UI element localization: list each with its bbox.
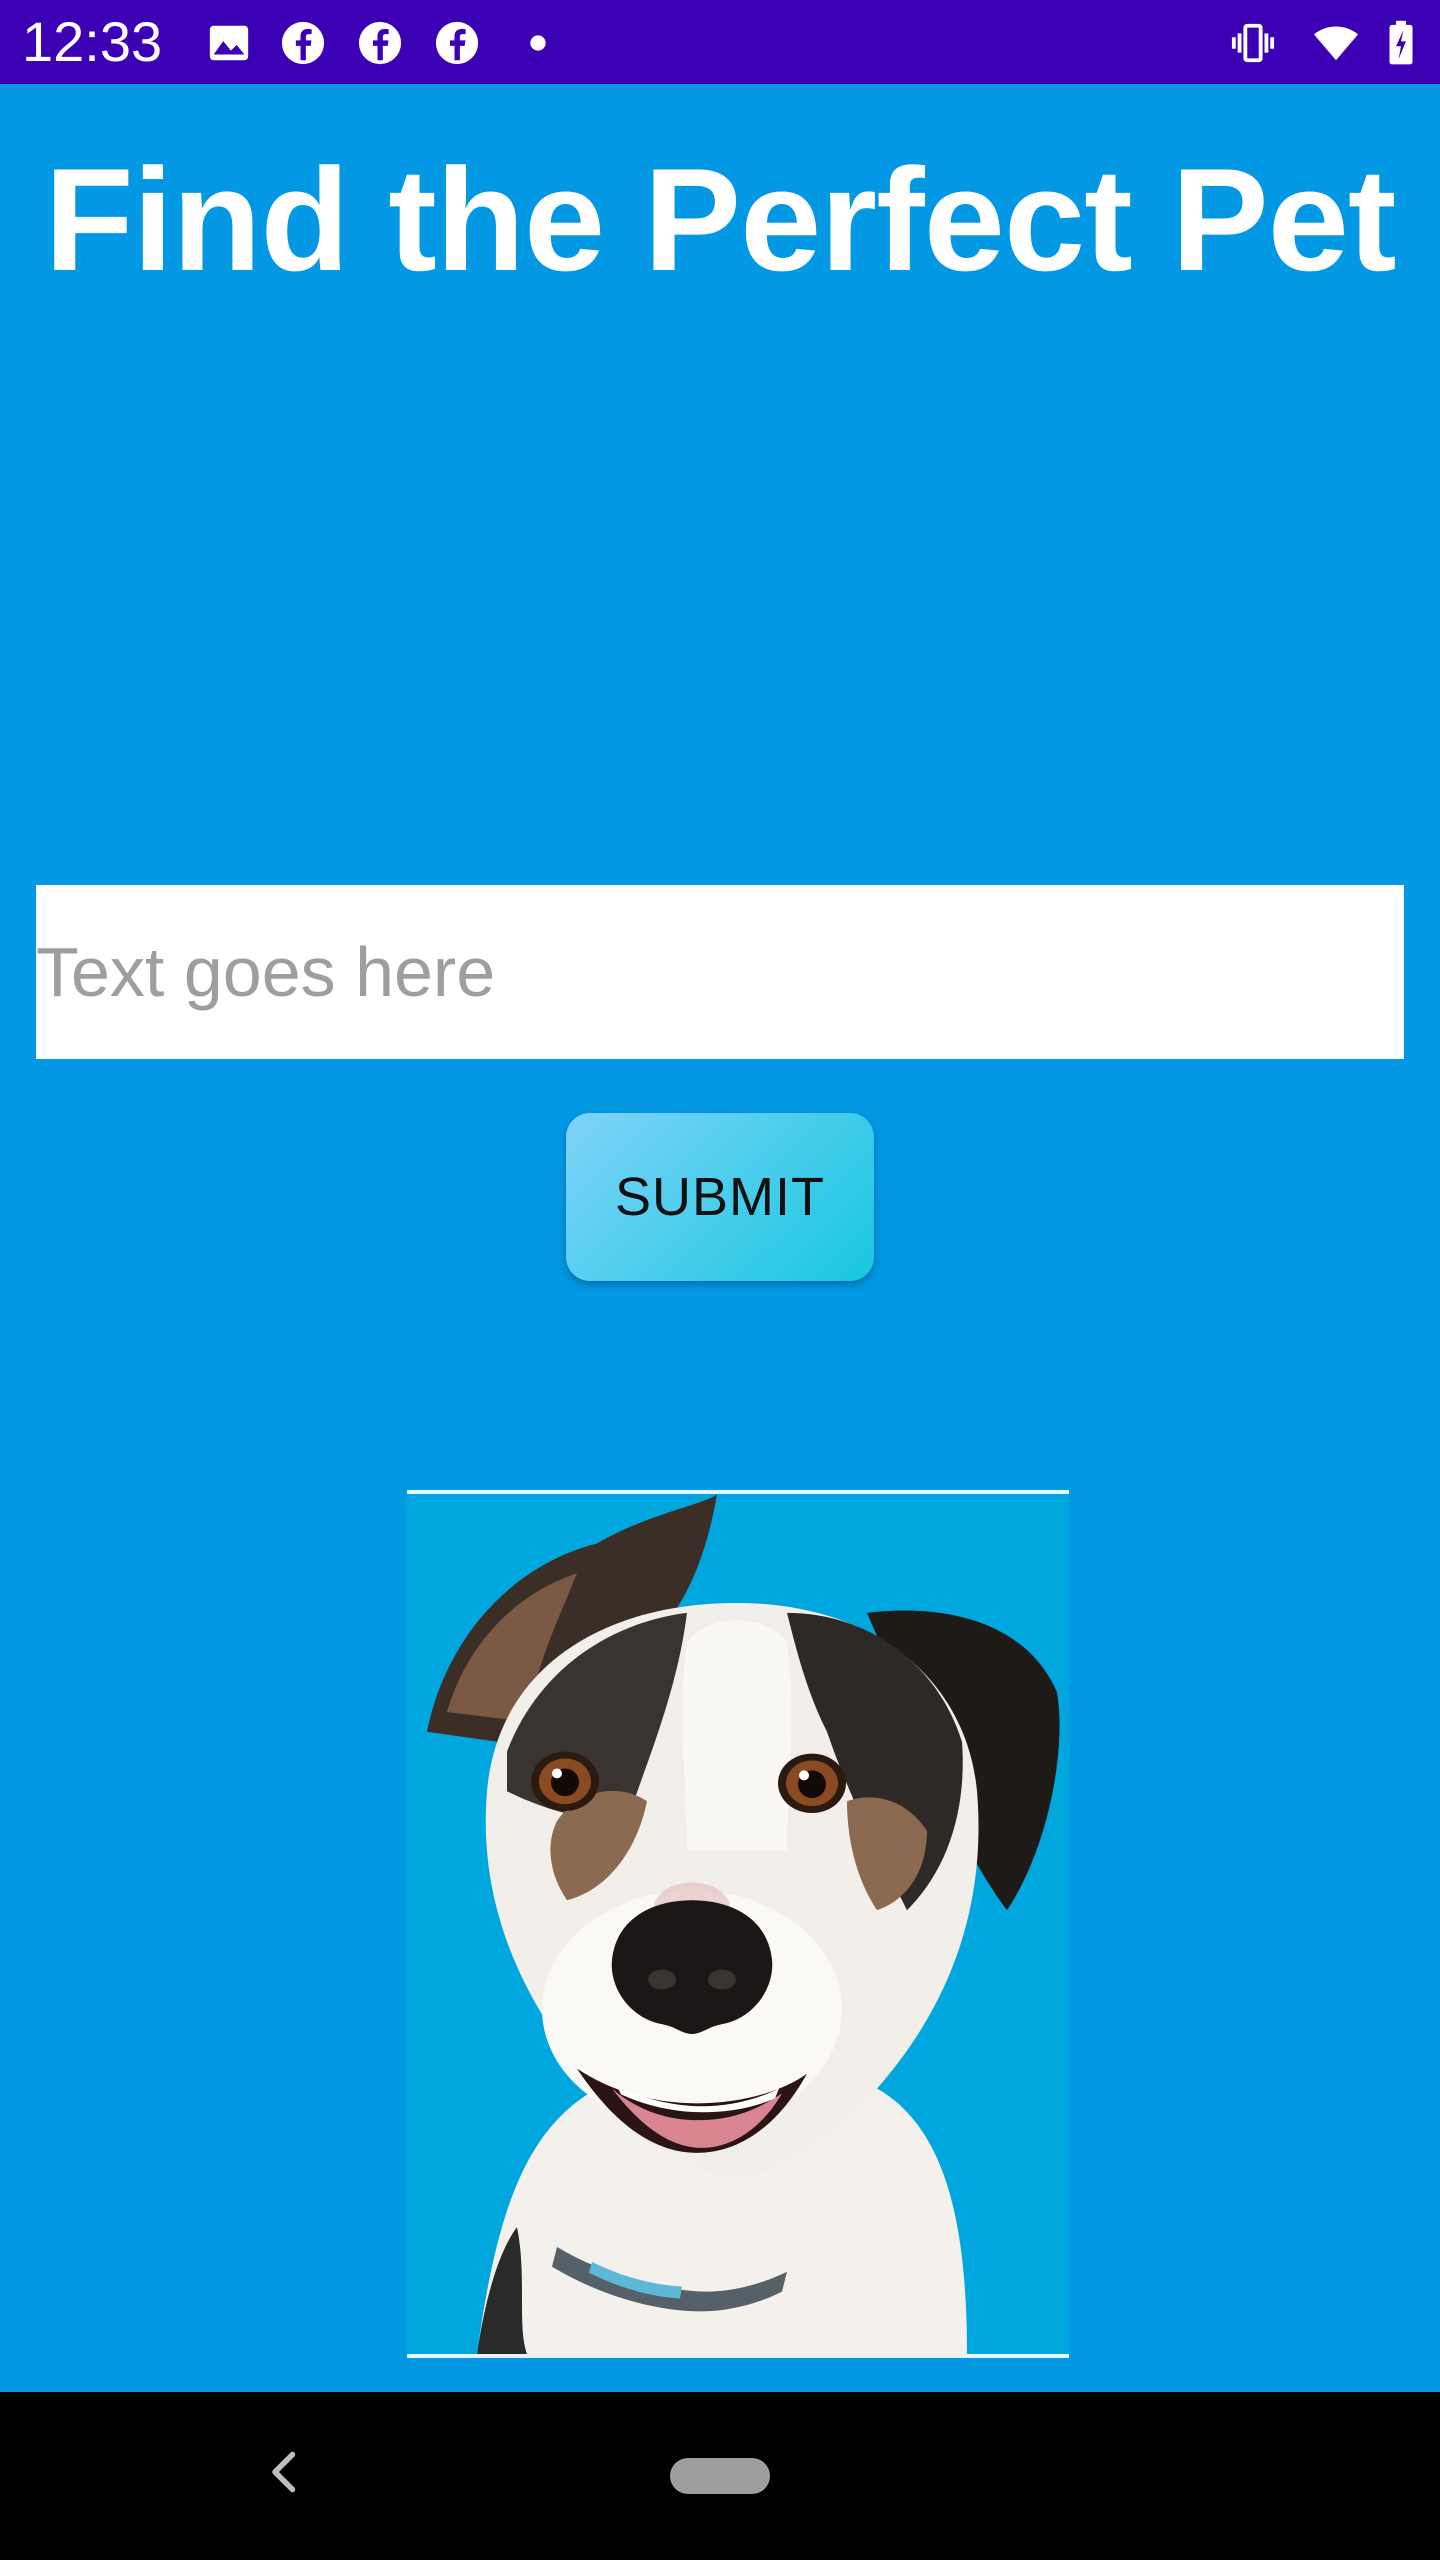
app-screen: 12:33 Find the Perfect Pet SUBMIT (0, 0, 1440, 2560)
submit-button[interactable]: SUBMIT (566, 1113, 874, 1281)
facebook-icon (357, 20, 403, 66)
image-icon (206, 20, 252, 66)
back-icon[interactable] (255, 2442, 315, 2502)
wifi-icon (1313, 20, 1359, 66)
status-bar: 12:33 (0, 0, 1440, 84)
home-pill-icon[interactable] (670, 2458, 770, 2494)
facebook-icon (434, 20, 480, 66)
page-title: Find the Perfect Pet (44, 138, 1396, 301)
navigation-bar (0, 2392, 1440, 2560)
pet-photo (407, 1490, 1069, 2358)
dot-icon (515, 20, 561, 66)
pet-search-input[interactable] (36, 885, 1404, 1059)
vibrate-icon (1230, 20, 1276, 66)
battery-icon (1384, 20, 1418, 66)
status-time: 12:33 (22, 10, 163, 73)
facebook-icon (280, 20, 326, 66)
